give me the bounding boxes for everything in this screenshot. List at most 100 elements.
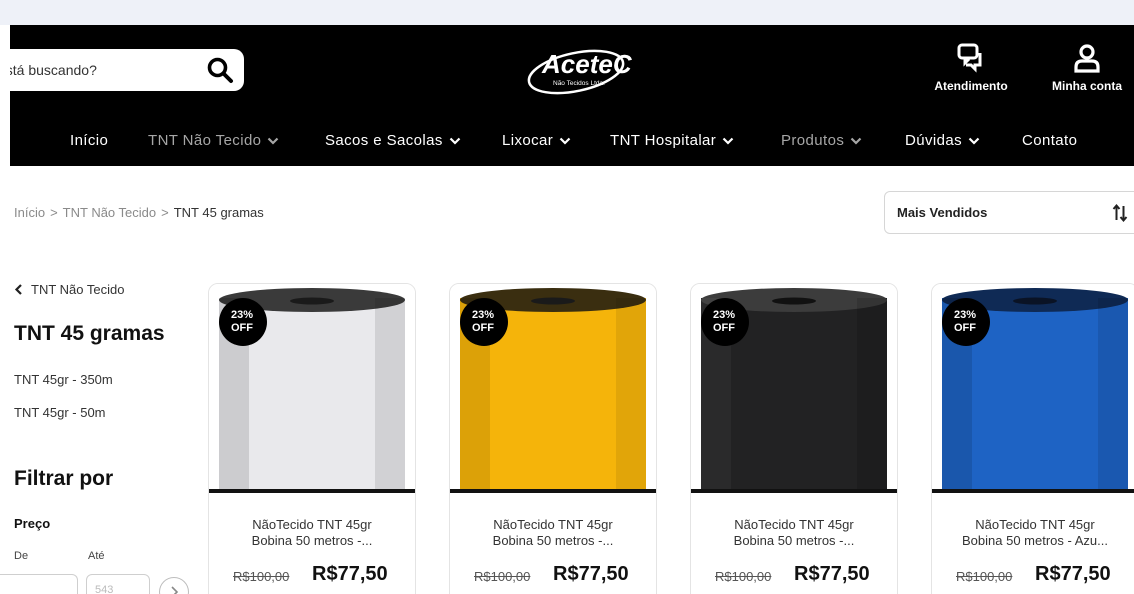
breadcrumb: Início > TNT Não Tecido > TNT 45 gramas xyxy=(14,205,264,220)
product-name-line: Bobina 50 metros -... xyxy=(251,533,373,548)
old-price: R$100,00 xyxy=(233,569,290,584)
nav-label: Início xyxy=(70,132,109,149)
price-from-input[interactable] xyxy=(0,574,78,594)
breadcrumb-home[interactable]: Início xyxy=(14,205,45,220)
nav-item-tnt-nao-tecido[interactable]: TNT Não Tecido xyxy=(148,115,279,166)
search-input[interactable] xyxy=(10,49,200,91)
discount-off-label: OFF xyxy=(713,322,735,334)
current-price: R$77,50 xyxy=(553,563,629,585)
nav-label: TNT Não Tecido xyxy=(148,132,262,149)
breadcrumb-current: TNT 45 gramas xyxy=(173,205,264,220)
old-price: R$100,00 xyxy=(715,569,772,584)
top-strip xyxy=(0,0,1134,25)
discount-badge: 23% OFF xyxy=(942,298,990,346)
chat-icon xyxy=(957,43,982,73)
discount-badge: 23% OFF xyxy=(460,298,508,346)
product-name-line: Bobina 50 metros -... xyxy=(492,533,614,548)
chevron-down-icon xyxy=(850,137,862,145)
discount-percent: 23% xyxy=(713,309,736,321)
sidebar-link-350m[interactable]: TNT 45gr - 350m xyxy=(14,372,113,387)
current-price: R$77,50 xyxy=(312,563,388,585)
chevron-down-icon xyxy=(559,137,571,145)
product-card[interactable]: 23% OFF NãoTecido TNT 45gr Bobina 50 metro… xyxy=(449,283,657,594)
product-name-line: NãoTecido TNT 45gr xyxy=(734,517,854,532)
price-to-input[interactable]: 543 xyxy=(86,574,150,594)
price-filter-label: Preço xyxy=(14,516,51,531)
search-icon[interactable] xyxy=(206,56,234,84)
product-name[interactable]: NãoTecido TNT 45gr Bobina 50 metros -... xyxy=(699,517,889,549)
discount-off-label: OFF xyxy=(472,322,494,334)
product-name-line: NãoTecido TNT 45gr xyxy=(493,517,613,532)
discount-badge: 23% OFF xyxy=(219,298,267,346)
discount-off-label: OFF xyxy=(954,322,976,334)
price-from-label: De xyxy=(14,550,29,562)
category-title: TNT 45 gramas xyxy=(14,322,165,345)
chevron-down-icon xyxy=(449,137,461,145)
nav-item-duvidas[interactable]: Dúvidas xyxy=(905,115,980,166)
filter-title: Filtrar por xyxy=(14,467,114,490)
chevron-left-icon xyxy=(14,284,22,295)
sort-selected-label: Mais Vendidos xyxy=(897,205,988,220)
roll-core xyxy=(772,297,816,305)
roll-core xyxy=(531,297,575,305)
user-icon xyxy=(1074,44,1100,73)
sidebar-back-label: TNT Não Tecido xyxy=(31,282,125,297)
chevron-down-icon xyxy=(968,137,980,145)
nav-item-inicio[interactable]: Início xyxy=(70,115,108,166)
current-price: R$77,50 xyxy=(1035,563,1111,585)
nav-item-tnt-hospitalar[interactable]: TNT Hospitalar xyxy=(610,115,734,166)
chevron-down-icon xyxy=(722,137,734,145)
sidebar-link-50m[interactable]: TNT 45gr - 50m xyxy=(14,405,106,420)
old-price: R$100,00 xyxy=(956,569,1013,584)
product-card[interactable]: 23% OFF NãoTecido TNT 45gr Bobina 50 metro… xyxy=(208,283,416,594)
search-bar xyxy=(10,49,244,91)
sort-select[interactable]: Mais Vendidos xyxy=(884,191,1134,234)
support-link[interactable]: Atendimento xyxy=(921,43,1021,93)
old-price: R$100,00 xyxy=(474,569,531,584)
site-logo[interactable]: AceteC Não Tecidos Ltda. xyxy=(522,40,634,100)
image-divider xyxy=(932,489,1134,493)
site-header: AceteC Não Tecidos Ltda. Atendimento Min… xyxy=(10,25,1134,115)
nav-label: Produtos xyxy=(781,132,845,149)
product-name-line: NãoTecido TNT 45gr xyxy=(252,517,372,532)
nav-label: Dúvidas xyxy=(905,132,962,149)
nav-label: TNT Hospitalar xyxy=(610,132,717,149)
account-link[interactable]: Minha conta xyxy=(1040,43,1134,93)
price-to-label: Até xyxy=(88,550,105,562)
nav-label: Sacos e Sacolas xyxy=(325,132,443,149)
product-card[interactable]: 23% OFF NãoTecido TNT 45gr Bobina 50 metro… xyxy=(931,283,1134,594)
product-name[interactable]: NãoTecido TNT 45gr Bobina 50 metros - Azu… xyxy=(940,517,1130,549)
breadcrumb-separator: > xyxy=(50,205,58,220)
discount-off-label: OFF xyxy=(231,322,253,334)
product-name-line: NãoTecido TNT 45gr xyxy=(975,517,1095,532)
logo-wordmark: AceteC xyxy=(541,49,633,79)
discount-percent: 23% xyxy=(472,309,495,321)
current-price: R$77,50 xyxy=(794,563,870,585)
nav-item-sacos-e-sacolas[interactable]: Sacos e Sacolas xyxy=(325,115,461,166)
discount-percent: 23% xyxy=(231,309,254,321)
nav-item-produtos[interactable]: Produtos xyxy=(781,115,862,166)
sort-arrows-icon xyxy=(1112,203,1128,223)
product-name[interactable]: NãoTecido TNT 45gr Bobina 50 metros -... xyxy=(458,517,648,549)
product-name-line: Bobina 50 metros -... xyxy=(733,533,855,548)
nav-item-contato[interactable]: Contato xyxy=(1022,115,1077,166)
breadcrumb-parent[interactable]: TNT Não Tecido xyxy=(63,205,156,220)
price-to-placeholder: 543 xyxy=(95,584,114,594)
price-filter-submit-button[interactable] xyxy=(159,577,189,594)
product-name[interactable]: NãoTecido TNT 45gr Bobina 50 metros -... xyxy=(217,517,407,549)
sidebar-back-link[interactable]: TNT Não Tecido xyxy=(14,282,124,297)
main-nav: Início TNT Não Tecido Sacos e Sacolas Li… xyxy=(10,115,1134,166)
logo-tagline: Não Tecidos Ltda. xyxy=(553,80,605,87)
roll-core xyxy=(290,297,334,305)
nav-label: Lixocar xyxy=(502,132,554,149)
product-card[interactable]: 23% OFF NãoTecido TNT 45gr Bobina 50 metro… xyxy=(690,283,898,594)
nav-item-lixocar[interactable]: Lixocar xyxy=(502,115,571,166)
roll-core xyxy=(1013,297,1057,305)
image-divider xyxy=(450,489,656,493)
nav-label: Contato xyxy=(1022,132,1078,149)
account-label: Minha conta xyxy=(1051,79,1122,93)
chevron-right-icon xyxy=(171,586,179,594)
discount-badge: 23% OFF xyxy=(701,298,749,346)
breadcrumb-separator: > xyxy=(161,205,169,220)
chevron-down-icon xyxy=(268,137,279,145)
